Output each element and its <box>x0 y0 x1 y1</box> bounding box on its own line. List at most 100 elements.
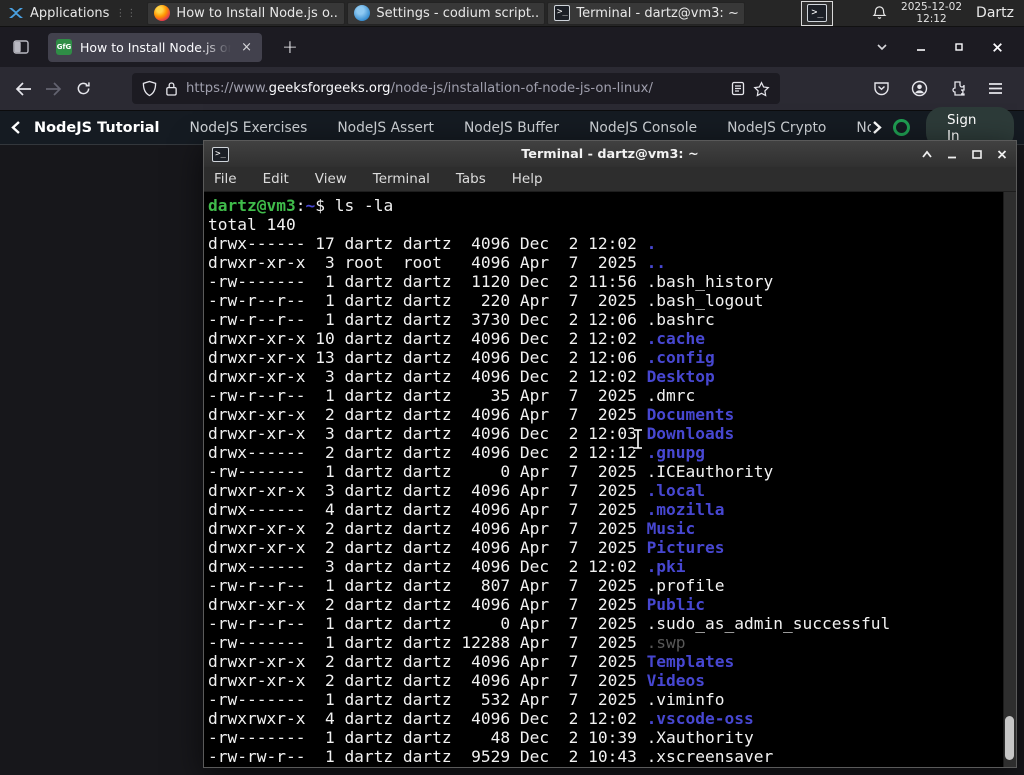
terminal-output-line: drwxr-xr-x 2 dartz dartz 4096 Apr 7 2025… <box>208 519 696 538</box>
taskbar-window-firefox[interactable]: How to Install Node.js o... <box>147 1 346 25</box>
terminal-output-line: -rw-r--r-- 1 dartz dartz 35 Apr 7 2025 .… <box>208 386 696 405</box>
terminal-output-line: drwx------ 17 dartz dartz 4096 Dec 2 12:… <box>208 234 657 253</box>
prompt-command: ls -la <box>324 196 394 215</box>
geeksforgeeks-favicon-icon: GfG <box>56 39 72 55</box>
taskbar-window-terminal[interactable]: >_ Terminal - dartz@vm3: ~ <box>547 1 746 25</box>
terminal-output-line: drwxr-xr-x 2 dartz dartz 4096 Apr 7 2025… <box>208 671 706 690</box>
terminal-output-line: -rw------- 1 dartz dartz 0 Apr 7 2025 .I… <box>208 462 774 481</box>
terminal-output-line: drwx------ 2 dartz dartz 4096 Dec 2 12:1… <box>208 443 706 462</box>
menu-file[interactable]: File <box>214 171 237 187</box>
nav-scroll-left-icon[interactable] <box>10 120 22 135</box>
terminal-scrollbar[interactable] <box>1003 192 1016 767</box>
reload-button[interactable] <box>68 74 98 104</box>
back-button[interactable] <box>8 74 38 104</box>
applications-menu[interactable]: Applications ⋮⋮ <box>0 0 147 26</box>
prompt-dollar: $ <box>315 196 325 215</box>
terminal-output-line: drwxr-xr-x 3 dartz dartz 4096 Apr 7 2025… <box>208 481 706 500</box>
terminal-output-line: -rw-rw-r-- 1 dartz dartz 9529 Dec 2 10:4… <box>208 747 774 766</box>
panel-clock[interactable]: 2025-12-02 12:12 <box>901 1 962 25</box>
window-close-icon[interactable] <box>991 41 1004 54</box>
desktop-panel: Applications ⋮⋮ How to Install Node.js o… <box>0 0 1024 27</box>
subnav-item[interactable]: NodeJS Assert <box>337 120 434 136</box>
maximize-window-icon[interactable] <box>971 149 983 160</box>
subnav-item[interactable]: NodeJS Console <box>589 120 697 136</box>
url-domain: geeksforgeeks.org <box>268 81 391 96</box>
bookmark-star-icon[interactable] <box>753 80 770 97</box>
terminal-output-line: -rw-r--r-- 1 dartz dartz 0 Apr 7 2025 .s… <box>208 614 891 633</box>
account-icon[interactable] <box>911 80 928 97</box>
tab-active[interactable]: GfG How to Install Node.js on × <box>48 32 262 62</box>
panel-tray: 2025-12-02 12:12 Dartz <box>872 1 1024 25</box>
taskbar-window-codium-settings[interactable]: Settings - codium script... <box>347 1 546 25</box>
terminal-total-line: total 140 <box>208 215 296 234</box>
scrollbar-thumb[interactable] <box>1005 716 1014 760</box>
lock-icon[interactable] <box>165 81 178 97</box>
tab-close-icon[interactable]: × <box>239 40 254 55</box>
terminal-output[interactable]: dartz@vm3:~$ ls -la total 140 drwx------… <box>205 192 1002 767</box>
pocket-save-icon[interactable] <box>873 80 890 97</box>
subnav-item[interactable]: NodeJS DNS <box>856 120 871 136</box>
terminal-output-line: -rw-r--r-- 1 dartz dartz 807 Apr 7 2025 … <box>208 576 725 595</box>
menu-tabs[interactable]: Tabs <box>456 171 486 187</box>
terminal-output-line: drwxr-xr-x 3 dartz dartz 4096 Dec 2 12:0… <box>208 367 715 386</box>
xfce-logo-icon <box>9 8 23 18</box>
terminal-output-line: drwxr-xr-x 10 dartz dartz 4096 Dec 2 12:… <box>208 329 706 348</box>
panel-username[interactable]: Dartz <box>976 5 1014 21</box>
subnav-item[interactable]: NodeJS Exercises <box>190 120 308 136</box>
terminal-icon: >_ <box>554 5 571 21</box>
shade-window-icon[interactable] <box>921 149 933 160</box>
menu-terminal[interactable]: Terminal <box>373 171 430 187</box>
gfg-logo-icon[interactable] <box>893 119 910 136</box>
browser-tab-bar: GfG How to Install Node.js on × + <box>0 27 1024 67</box>
terminal-output-line: -rw-r--r-- 1 dartz dartz 220 Apr 7 2025 … <box>208 291 764 310</box>
terminal-output-line: -rw------- 1 dartz dartz 48 Dec 2 10:39 … <box>208 728 754 747</box>
nav-scroll-right-icon[interactable] <box>871 120 883 135</box>
terminal-title: Terminal - dartz@vm3: ~ <box>521 146 699 162</box>
codium-icon <box>354 5 371 21</box>
list-all-tabs-chevron-icon[interactable] <box>875 40 889 54</box>
forward-button[interactable] <box>38 74 68 104</box>
subnav-item[interactable]: NodeJS Crypto <box>727 120 826 136</box>
terminal-launcher[interactable]: >_ <box>801 0 834 26</box>
window-minimize-icon[interactable] <box>915 41 927 53</box>
terminal-output-line: -rw------- 1 dartz dartz 532 Apr 7 2025 … <box>208 690 725 709</box>
terminal-output-line: drwxr-xr-x 13 dartz dartz 4096 Dec 2 12:… <box>208 348 715 367</box>
prompt-cwd: ~ <box>305 196 316 215</box>
url-text[interactable]: https://www.geeksforgeeks.org/node-js/in… <box>186 81 723 96</box>
terminal-menubar: File Edit View Terminal Tabs Help <box>204 167 1016 192</box>
window-maximize-icon[interactable] <box>953 41 965 53</box>
close-window-icon[interactable] <box>996 149 1008 160</box>
firefox-view-icon[interactable] <box>8 34 34 60</box>
text-cursor-icon <box>634 428 642 450</box>
reader-mode-icon[interactable] <box>731 81 745 96</box>
subnav-item[interactable]: NodeJS Buffer <box>464 120 559 136</box>
terminal-output-line: drwxr-xr-x 2 dartz dartz 4096 Apr 7 2025… <box>208 405 735 424</box>
applications-label: Applications <box>30 5 110 21</box>
terminal-output-line: drwxr-xr-x 3 root root 4096 Apr 7 2025 .… <box>208 253 667 272</box>
menu-hamburger-icon[interactable] <box>987 81 1004 96</box>
menu-edit[interactable]: Edit <box>263 171 289 187</box>
notification-bell-icon[interactable] <box>872 5 887 21</box>
terminal-icon: >_ <box>807 4 828 22</box>
menu-help[interactable]: Help <box>512 171 543 187</box>
new-tab-button[interactable]: + <box>274 36 306 58</box>
tab-title: How to Install Node.js on <box>80 39 232 55</box>
terminal-output-line: drwx------ 3 dartz dartz 4096 Dec 2 12:0… <box>208 557 686 576</box>
subnav-item[interactable]: NodeJS Tutorial <box>34 120 160 136</box>
tracking-shield-icon[interactable] <box>142 80 157 97</box>
terminal-output-line: drwxrwxr-x 4 dartz dartz 4096 Dec 2 12:0… <box>208 709 754 728</box>
terminal-titlebar[interactable]: >_ Terminal - dartz@vm3: ~ <box>204 141 1016 167</box>
clock-time: 12:12 <box>916 13 947 25</box>
url-bar[interactable]: https://www.geeksforgeeks.org/node-js/in… <box>132 73 780 104</box>
terminal-output-line: drwxr-xr-x 2 dartz dartz 4096 Apr 7 2025… <box>208 538 725 557</box>
menu-view[interactable]: View <box>315 171 347 187</box>
clock-date: 2025-12-02 <box>901 1 963 13</box>
subnav-items: NodeJS Tutorial NodeJS Exercises NodeJS As… <box>34 120 871 136</box>
terminal-listing: drwx------ 17 dartz dartz 4096 Dec 2 12:… <box>208 234 1002 766</box>
minimize-window-icon[interactable] <box>946 149 958 160</box>
extensions-puzzle-icon[interactable] <box>949 80 966 97</box>
terminal-output-line: -rw------- 1 dartz dartz 12288 Apr 7 202… <box>208 633 686 652</box>
url-scheme: https://www. <box>186 81 269 96</box>
terminal-window: >_ Terminal - dartz@vm3: ~ File Edit Vie… <box>203 140 1017 768</box>
url-path: /node-js/installation-of-node-js-on-linu… <box>390 81 653 96</box>
